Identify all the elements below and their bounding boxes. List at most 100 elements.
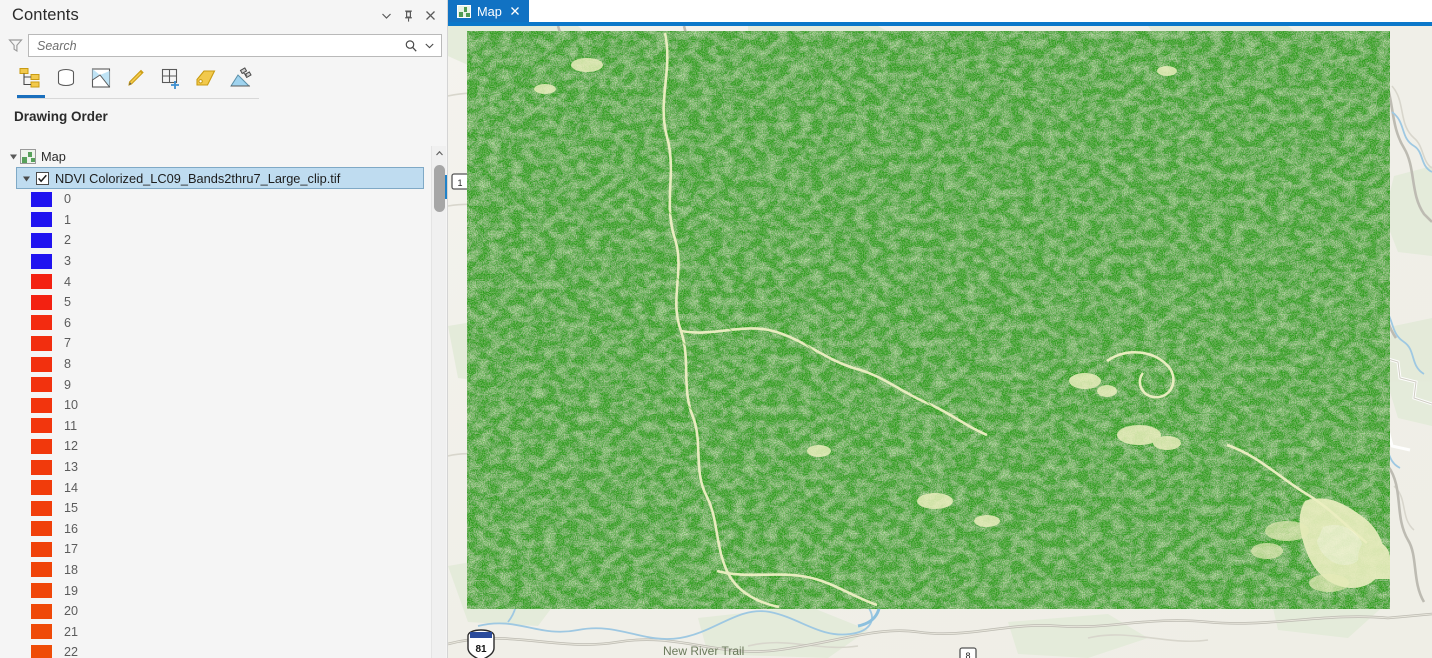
legend-value-label: 0 [64, 192, 72, 207]
drawing-order-heading: Drawing Order [14, 109, 108, 124]
legend-item[interactable]: 12 [0, 436, 430, 457]
legend-value-label: 11 [64, 418, 78, 433]
list-by-drawing-order-icon[interactable] [14, 61, 48, 98]
legend-value-label: 16 [64, 521, 79, 536]
legend-item[interactable]: 2 [0, 230, 430, 251]
legend-value-label: 7 [64, 336, 72, 351]
legend-value-label: 18 [64, 562, 79, 577]
legend-color-swatch[interactable] [31, 459, 52, 475]
chevron-up-icon[interactable] [432, 146, 446, 161]
legend-item[interactable]: 14 [0, 477, 430, 498]
tree-node-map[interactable]: Map [0, 146, 430, 167]
ndvi-raster-layer [467, 31, 1390, 609]
legend-value-label: 5 [64, 295, 72, 310]
legend-item[interactable]: 22 [0, 642, 430, 658]
legend-value-label: 2 [64, 233, 72, 248]
search-options-chevron-icon[interactable] [421, 36, 437, 56]
map-icon [20, 149, 36, 164]
scroll-thumb[interactable] [434, 165, 445, 212]
legend-item[interactable]: 4 [0, 271, 430, 292]
route-shield-bottom-right: 8 [959, 647, 977, 658]
legend-color-swatch[interactable] [31, 191, 52, 207]
legend-item[interactable]: 7 [0, 333, 430, 354]
layer-name-label: NDVI Colorized_LC09_Bands2thru7_Large_cl… [55, 170, 341, 186]
legend-item[interactable]: 6 [0, 313, 430, 334]
tab-map[interactable]: Map [448, 0, 529, 22]
legend-item[interactable]: 15 [0, 498, 430, 519]
legend-color-swatch[interactable] [31, 562, 52, 578]
legend-color-swatch[interactable] [31, 541, 52, 557]
filter-funnel-icon[interactable] [2, 34, 28, 58]
contents-pane: Contents Search Drawing Order Map NDVI C… [0, 0, 448, 658]
legend-color-swatch[interactable] [31, 644, 52, 658]
legend-item[interactable]: 18 [0, 560, 430, 581]
tree-node-map-label: Map [41, 149, 66, 164]
legend-color-swatch[interactable] [31, 294, 52, 310]
legend-item[interactable]: 13 [0, 457, 430, 478]
legend-item[interactable]: 21 [0, 621, 430, 642]
legend-value-label: 17 [64, 542, 79, 557]
legend-value-label: 4 [64, 274, 72, 289]
legend-item[interactable]: 16 [0, 519, 430, 540]
legend-item[interactable]: 3 [0, 251, 430, 272]
close-icon[interactable] [508, 4, 522, 18]
list-by-editing-icon[interactable] [119, 61, 153, 95]
legend-color-swatch[interactable] [31, 397, 52, 413]
contents-scrollbar[interactable] [431, 146, 446, 658]
legend-color-swatch[interactable] [31, 253, 52, 269]
ndvi-raster-image [467, 31, 1390, 609]
legend-color-swatch[interactable] [31, 521, 52, 537]
legend-color-swatch[interactable] [31, 438, 52, 454]
legend-color-swatch[interactable] [31, 315, 52, 331]
list-by-snapping-icon[interactable] [154, 61, 188, 95]
legend-color-swatch[interactable] [31, 212, 52, 228]
legend-item[interactable]: 20 [0, 601, 430, 622]
layer-visibility-checkbox[interactable] [36, 171, 49, 185]
legend-value-label: 20 [64, 604, 79, 619]
legend-color-swatch[interactable] [31, 232, 52, 248]
map-canvas[interactable]: New River Trail 8 1 81 [448, 26, 1432, 658]
expand-triangle-icon[interactable] [6, 150, 20, 164]
legend-item[interactable]: 5 [0, 292, 430, 313]
legend-color-swatch[interactable] [31, 377, 52, 393]
legend-color-swatch[interactable] [31, 356, 52, 372]
arcgis-pro-window: Contents Search Drawing Order Map NDVI C… [0, 0, 1432, 658]
page-title: Contents [12, 6, 79, 24]
legend-color-swatch[interactable] [31, 500, 52, 516]
menu-chevron-icon[interactable] [375, 5, 397, 27]
legend-color-swatch[interactable] [31, 335, 52, 351]
contents-toolbar [0, 59, 447, 99]
legend-color-swatch[interactable] [31, 274, 52, 290]
legend-item[interactable]: 1 [0, 210, 430, 231]
legend-value-label: 10 [64, 398, 79, 413]
legend-item[interactable]: 8 [0, 354, 430, 375]
legend-color-swatch[interactable] [31, 624, 52, 640]
legend-color-swatch[interactable] [31, 603, 52, 619]
basemap-label-new-river-trail: New River Trail [663, 644, 744, 658]
layer-legend-list: 0 1 2 3 4 5 6 7 8 9 10 11 12 13 14 15 16 17 18 19 20 21 22 [0, 189, 430, 658]
legend-item[interactable]: 17 [0, 539, 430, 560]
legend-item[interactable]: 10 [0, 395, 430, 416]
legend-value-label: 8 [64, 357, 72, 372]
legend-color-swatch[interactable] [31, 583, 52, 599]
list-by-selection-icon[interactable] [84, 61, 118, 95]
svg-text:8: 8 [965, 651, 970, 658]
legend-item[interactable]: 19 [0, 580, 430, 601]
list-by-data-source-icon[interactable] [49, 61, 83, 95]
close-icon[interactable] [419, 5, 441, 27]
toolbar-divider [17, 98, 259, 99]
pin-icon[interactable] [397, 5, 419, 27]
magnifier-icon[interactable] [401, 36, 421, 56]
expand-triangle-icon[interactable] [19, 171, 33, 185]
contents-pane-header: Contents [0, 0, 447, 31]
tree-node-layer[interactable]: NDVI Colorized_LC09_Bands2thru7_Large_cl… [16, 167, 424, 189]
legend-item[interactable]: 0 [0, 189, 430, 210]
legend-item[interactable]: 9 [0, 374, 430, 395]
search-input[interactable] [37, 38, 401, 53]
search-box[interactable] [28, 34, 442, 57]
legend-color-swatch[interactable] [31, 480, 52, 496]
list-by-charts-icon[interactable] [224, 61, 258, 95]
legend-item[interactable]: 11 [0, 416, 430, 437]
legend-color-swatch[interactable] [31, 418, 52, 434]
list-by-labeling-icon[interactable] [189, 61, 223, 95]
